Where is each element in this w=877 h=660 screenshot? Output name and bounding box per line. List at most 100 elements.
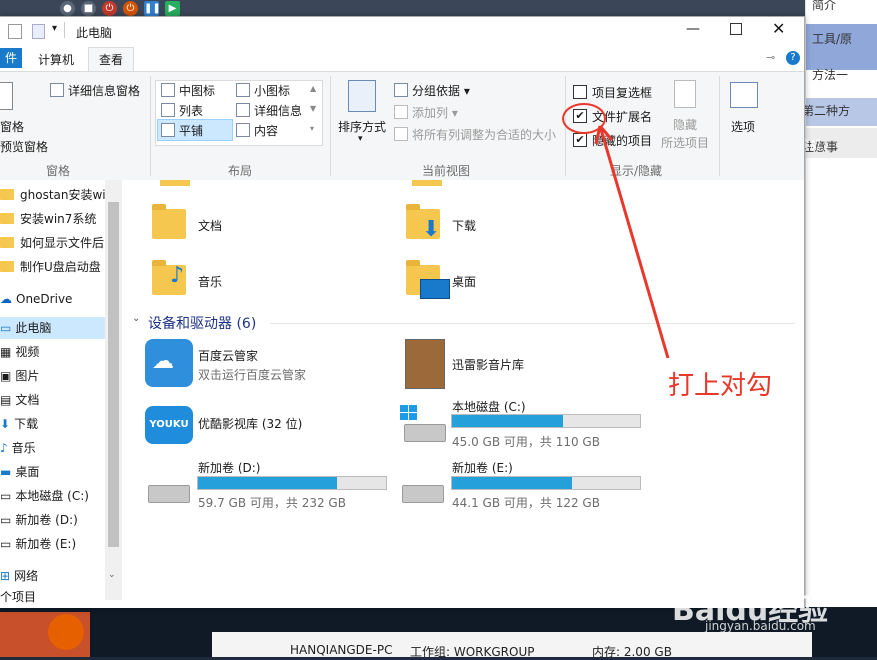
xunlei-library-icon[interactable]	[405, 339, 445, 389]
tab-file[interactable]: 件	[0, 48, 22, 68]
minimize-icon[interactable]: —	[686, 21, 700, 37]
download-arrow-icon: ⬇	[422, 217, 441, 242]
article-link-intro[interactable]: 简介	[812, 0, 836, 13]
new-folder-icon[interactable]	[32, 24, 45, 39]
properties-icon[interactable]	[8, 24, 22, 39]
stop-icon[interactable]: ■	[81, 1, 96, 16]
scroll-down-icon[interactable]: ⌄	[108, 570, 116, 580]
play-icon[interactable]: ▶	[165, 1, 180, 16]
device-baidu-cloud[interactable]: 百度云管家	[198, 347, 258, 364]
folder-icon	[0, 213, 14, 224]
cloud-icon: ☁	[0, 292, 12, 306]
nav-item-desktop[interactable]: ▬ 桌面	[0, 461, 39, 483]
article-link-method2[interactable]: 第二种方	[802, 102, 850, 119]
maximize-icon[interactable]	[730, 23, 742, 35]
preview-pane-button[interactable]: 预览窗格	[0, 138, 48, 155]
layout-medium-icons[interactable]: 中图标	[161, 82, 215, 99]
nav-item-videos[interactable]: ▦ 视频	[0, 341, 39, 363]
section-collapse-icon[interactable]: ⌄	[132, 313, 140, 324]
nav-item-music[interactable]: ♪ 音乐	[0, 437, 36, 459]
nav-item-pictures[interactable]: ▣ 图片	[0, 365, 39, 387]
pin-ribbon-icon[interactable]: ⊸	[766, 51, 775, 64]
documents-folder-icon[interactable]	[152, 204, 186, 239]
nav-item-folder-2[interactable]: 安装win7系统	[0, 208, 96, 230]
power-icon[interactable]: ⏻	[102, 1, 117, 16]
nav-item-documents[interactable]: ▤ 文档	[0, 389, 39, 411]
nav-item-folder-3[interactable]: 如何显示文件后	[0, 232, 104, 254]
nav-item-drive-c[interactable]: ▭ 本地磁盘 (C:)	[0, 485, 89, 507]
workgroup: 工作组: WORKGROUP	[410, 645, 535, 659]
nav-item-network[interactable]: ⊞ 网络	[0, 565, 38, 587]
nav-item-label: 新加卷 (E:)	[15, 537, 77, 551]
tab-view[interactable]: 查看	[88, 47, 135, 72]
group-label-layout: 布局	[228, 164, 253, 178]
folder-desktop[interactable]: 桌面	[452, 273, 476, 290]
group-label-panes: 窗格	[46, 164, 71, 178]
nav-item-onedrive[interactable]: ☁ OneDrive	[0, 288, 72, 310]
close-icon[interactable]: ✕	[772, 19, 785, 38]
device-youku[interactable]: 优酷影视库 (32 位)	[198, 415, 302, 432]
drive-d-name[interactable]: 新加卷 (D:)	[198, 459, 260, 476]
nav-item-folder-4[interactable]: 制作U盘启动盘	[0, 256, 101, 278]
nav-item-this-pc[interactable]: ▭ 此电脑	[0, 317, 51, 339]
drive-icon: ▭	[0, 513, 12, 527]
device-xunlei-library[interactable]: 迅雷影音片库	[452, 356, 524, 373]
nav-item-label: ghostan安装wi	[20, 188, 106, 202]
record-icon[interactable]: ●	[60, 1, 75, 16]
nav-pane-button[interactable]: 窗格	[0, 118, 24, 135]
gallery-expand-icon[interactable]: ▾	[310, 124, 314, 133]
folder-downloads[interactable]: 下载	[452, 217, 476, 234]
nav-item-drive-e[interactable]: ▭ 新加卷 (E:)	[0, 533, 76, 555]
drive-icon: ▭	[0, 489, 12, 503]
explorer-window: ▾ 此电脑 — ✕ 件 计算机 查看 ⊸ ? 窗格 预览窗格 详细信息窗格 窗格…	[0, 16, 805, 608]
nav-scrollbar-thumb[interactable]	[108, 202, 119, 547]
article-link-tools[interactable]: 工具/原	[812, 30, 852, 47]
computer-icon: ▭	[0, 321, 12, 335]
nav-item-folder-1[interactable]: ghostan安装wi	[0, 184, 106, 206]
drive-e-icon[interactable]	[402, 485, 444, 503]
drive-c-name[interactable]: 本地磁盘 (C:)	[452, 398, 526, 415]
layout-tiles[interactable]: 平铺	[161, 122, 203, 139]
system-info-bar: HANQIANGDE-PC 工作组: WORKGROUP 内存: 2.00 GB	[212, 632, 812, 659]
sort-by-button[interactable]: 排序方式	[338, 118, 386, 135]
folder-icon	[0, 261, 14, 272]
layout-details[interactable]: 详细信息	[236, 102, 302, 119]
add-column-button[interactable]: 添加列 ▾	[394, 104, 458, 121]
group-by-button[interactable]: 分组依据 ▾	[394, 82, 470, 99]
sort-dropdown-icon[interactable]: ▾	[358, 134, 363, 144]
nav-item-label: 如何显示文件后	[20, 236, 105, 250]
drive-d-free: 59.7 GB 可用，共 232 GB	[198, 496, 346, 510]
quick-access-dropdown-icon[interactable]: ▾	[52, 23, 57, 34]
pause-icon[interactable]: ❚❚	[144, 1, 161, 16]
nav-item-drive-d[interactable]: ▭ 新加卷 (D:)	[0, 509, 78, 531]
firefox-icon[interactable]	[48, 614, 84, 650]
folder-icon	[0, 189, 14, 200]
nav-item-label: 桌面	[15, 465, 40, 479]
gallery-scroll-down-icon[interactable]: ▼	[310, 104, 316, 113]
nav-item-downloads[interactable]: ⬇ 下载	[0, 413, 38, 435]
layout-tiles-label: 平铺	[179, 124, 204, 138]
tab-computer[interactable]: 计算机	[28, 48, 84, 71]
hidden-items-checkbox[interactable]: ✔	[573, 133, 587, 147]
nav-item-label: 此电脑	[15, 321, 52, 335]
fit-columns-button[interactable]: 将所有列调整为合适的大小	[394, 126, 556, 143]
folder-music[interactable]: 音乐	[198, 273, 222, 290]
layout-small-icons[interactable]: 小图标	[236, 82, 290, 99]
options-button[interactable]: 选项	[731, 118, 755, 135]
layout-content[interactable]: 内容	[236, 122, 278, 139]
layout-list[interactable]: 列表	[161, 102, 203, 119]
nav-pane-icon	[0, 82, 13, 110]
details-pane-button[interactable]: 详细信息窗格	[50, 82, 140, 99]
section-devices-drives[interactable]: 设备和驱动器 (6)	[148, 313, 256, 333]
drive-d-icon[interactable]	[148, 485, 190, 503]
help-icon[interactable]: ?	[786, 51, 800, 65]
gallery-scroll-up-icon[interactable]: ▲	[310, 84, 316, 93]
drive-c-icon[interactable]	[404, 424, 446, 442]
item-checkbox-toggle[interactable]	[573, 85, 587, 99]
power-alt-icon[interactable]: ⏻	[123, 1, 138, 16]
memory: 内存: 2.00 GB	[592, 645, 672, 659]
drive-e-name[interactable]: 新加卷 (E:)	[452, 459, 513, 476]
youku-icon[interactable]: YOUKU	[145, 406, 193, 444]
folder-documents[interactable]: 文档	[198, 217, 222, 234]
article-link-method1[interactable]: 方法一	[812, 66, 848, 83]
